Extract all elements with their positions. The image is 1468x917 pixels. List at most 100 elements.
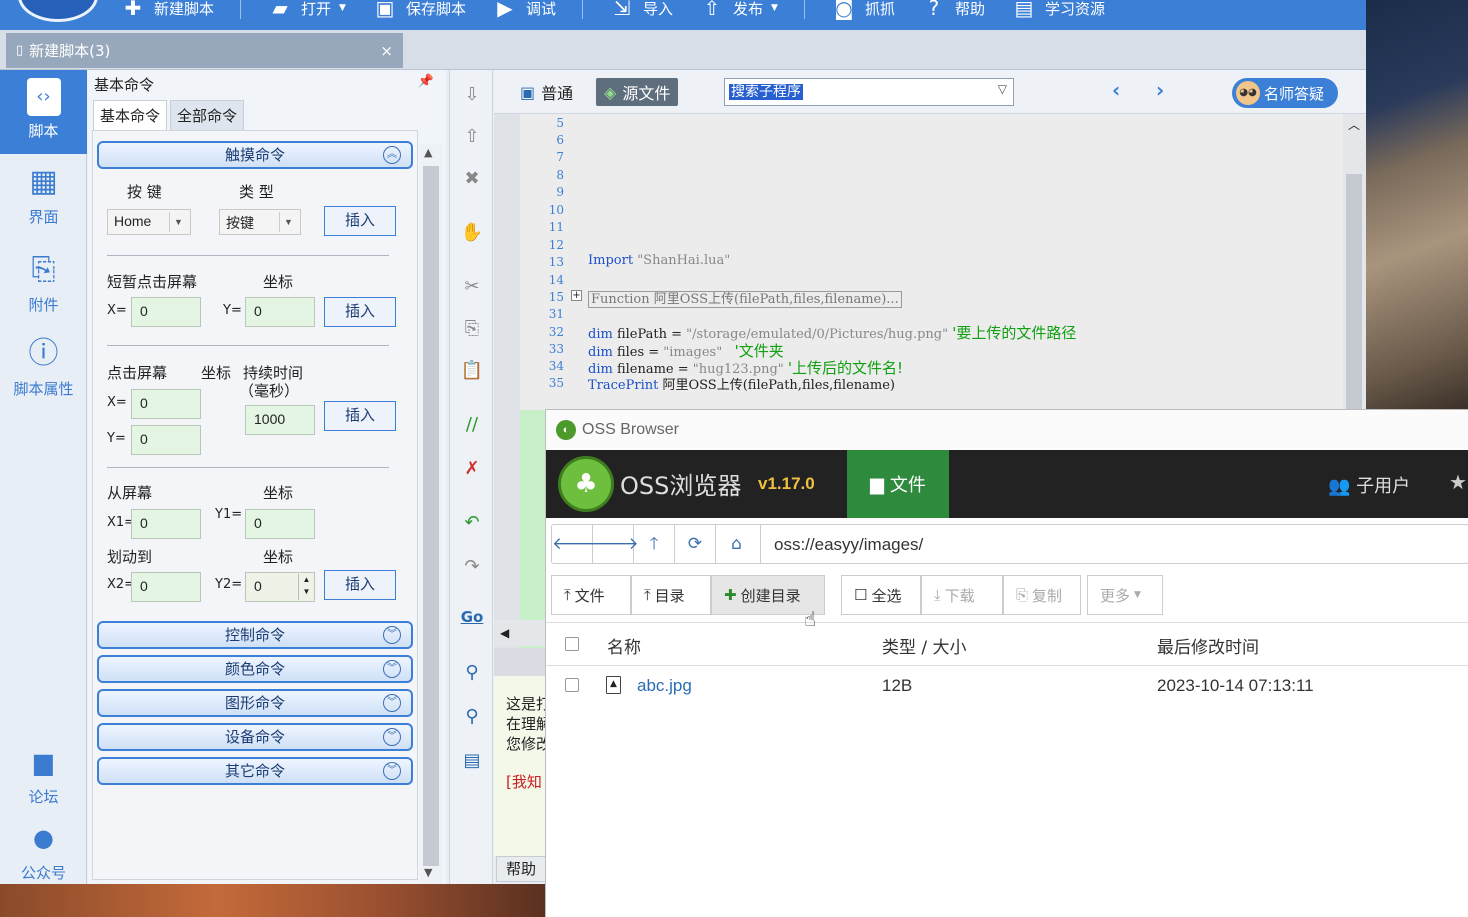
subroutine-search[interactable]: 搜索子程序 ▽ (724, 78, 1014, 106)
horizontal-scrollbar[interactable]: ◀ (494, 620, 546, 646)
open-button[interactable]: ▰ 打开 ▼ (267, 0, 346, 20)
group-other-commands[interactable]: 其它命令 ︾ (97, 757, 413, 785)
previous-arrow-icon[interactable]: ‹ (1112, 78, 1120, 102)
replace-icon[interactable]: ⚲ (450, 706, 494, 727)
info-link[interactable]: [我知 (506, 772, 546, 792)
copy-icon[interactable]: ⎘ (450, 318, 494, 339)
source-view-button[interactable]: ◈ 源文件 (596, 78, 679, 106)
swipe-y2-input[interactable]: 0 ▲ ▼ (245, 572, 315, 602)
code-editor[interactable]: 5 6 7 8 9 10 11 12 13 14 15 31 32 33 34 … (520, 114, 1342, 410)
scroll-left-icon[interactable]: ◀ (500, 626, 509, 640)
column-modified[interactable]: 最后修改时间 (1157, 633, 1259, 658)
scroll-down-icon[interactable]: ▼ (424, 866, 432, 879)
insert-key-button[interactable]: 插入 (324, 206, 396, 236)
swipe-x2-input[interactable]: 0 (131, 572, 201, 602)
press-x-input[interactable]: 0 (131, 389, 201, 419)
group-color-commands[interactable]: 颜色命令 ︾ (97, 655, 413, 683)
address-input[interactable]: oss://easyy/images/ (774, 535, 923, 555)
pin-icon[interactable]: 📌 (418, 74, 434, 89)
find-icon[interactable]: ⚲ (450, 662, 494, 683)
tab-files[interactable]: ▆ 文件 (847, 450, 949, 518)
press-y-input[interactable]: 0 (131, 425, 201, 455)
forward-arrow-icon[interactable]: 🡒 (593, 525, 639, 563)
star-icon[interactable]: ★ (1449, 470, 1467, 494)
chevron-down-icon[interactable]: ▽ (998, 82, 1007, 96)
tab-all-commands[interactable]: 全部命令 (170, 100, 245, 131)
list-icon[interactable]: ▤ (450, 750, 494, 771)
refresh-icon[interactable]: ⟳ (675, 525, 716, 563)
insert-tap-button[interactable]: 插入 (324, 297, 396, 327)
upload-file-button[interactable]: ⤒ 文件 (551, 575, 631, 615)
duration-input[interactable]: 1000 (245, 405, 315, 435)
select-all-checkbox[interactable] (565, 637, 579, 651)
scroll-up-icon[interactable]: ▲ (424, 146, 432, 159)
paste-icon[interactable]: 📋 (450, 360, 494, 381)
key-select[interactable]: Home ▼ (107, 209, 191, 235)
publish-button[interactable]: ⇧ 发布 ▼ (699, 0, 778, 20)
hand-icon[interactable]: ✋ (450, 222, 494, 243)
app-logo[interactable] (18, 0, 98, 22)
tap-x-input[interactable]: 0 (131, 297, 201, 327)
new-script-button[interactable]: ✚ 新建脚本 (120, 0, 214, 20)
tab-basic-commands[interactable]: 基本命令 (93, 100, 168, 131)
table-row[interactable]: ▲ abc.jpg 12B 2023-10-14 07:13:11 (546, 666, 1468, 706)
row-checkbox[interactable] (565, 678, 579, 692)
cut-icon[interactable]: ✂ (450, 276, 494, 297)
nav-forum[interactable]: ▆ 论坛 (0, 742, 87, 807)
nav-ui[interactable]: ▦ 界面 (0, 162, 87, 227)
group-graphics-commands[interactable]: 图形命令 ︾ (97, 689, 413, 717)
scroll-up-icon[interactable]: ︿ (1348, 116, 1360, 133)
group-control-commands[interactable]: 控制命令 ︾ (97, 621, 413, 649)
save-script-button[interactable]: ▣ 保存脚本 (372, 0, 466, 20)
subuser-menu[interactable]: 👥 子用户 (1328, 472, 1410, 498)
move-down-icon[interactable]: ⇩ (450, 84, 494, 105)
fold-toggle-icon[interactable]: + (571, 290, 582, 301)
upload-directory-button[interactable]: ⤒ 目录 (631, 575, 711, 615)
document-tab[interactable]: ▯ 新建脚本(3) × (6, 33, 403, 68)
code-scrollbar[interactable]: ︿ (1343, 114, 1366, 410)
delete-icon[interactable]: ✖ (450, 168, 494, 189)
more-button[interactable]: 更多 ▼ (1087, 575, 1163, 615)
type-select[interactable]: 按键 ▼ (219, 209, 301, 235)
copy-button[interactable]: ⎘ 复制 (1003, 575, 1081, 615)
up-arrow-icon[interactable]: 🡑 (634, 525, 675, 563)
tap-y-input[interactable]: 0 (245, 297, 315, 327)
column-type-size[interactable]: 类型 / 大小 (882, 633, 967, 658)
uncomment-icon[interactable]: ✗ (450, 458, 494, 479)
help-tab[interactable]: 帮助 (496, 856, 546, 882)
column-name[interactable]: 名称 (607, 633, 641, 658)
undo-icon[interactable]: ↶ (450, 512, 494, 533)
command-panel-scrollbar[interactable]: ▲ ▼ (420, 144, 442, 884)
group-touch-commands[interactable]: 触摸命令 ︽ (97, 141, 413, 169)
stepper-arrows-icon[interactable]: ▲ ▼ (298, 574, 314, 600)
insert-press-button[interactable]: 插入 (324, 401, 396, 431)
code-line-15[interactable]: Function 阿里OSS上传(filePath,files,filename… (588, 288, 902, 308)
swipe-x1-input[interactable]: 0 (131, 509, 201, 539)
normal-view-button[interactable]: ▣ 普通 (512, 78, 581, 106)
next-arrow-icon[interactable]: › (1156, 78, 1164, 102)
redo-icon[interactable]: ↷ (450, 556, 494, 577)
subroutine-search-input[interactable]: 搜索子程序 (729, 84, 803, 100)
teacher-qa-button[interactable]: ◕◕ 名师答疑 (1232, 78, 1338, 108)
scrollbar-thumb[interactable] (1346, 174, 1362, 410)
swipe-y1-input[interactable]: 0 (245, 509, 315, 539)
nav-attachment[interactable]: ⎘ 附件 (0, 250, 87, 315)
capture-button[interactable]: ◙ 抓抓 (831, 0, 895, 20)
debug-button[interactable]: ▶ 调试 (492, 0, 556, 20)
move-up-icon[interactable]: ⇧ (450, 126, 494, 147)
nav-script[interactable]: ‹› 脚本 (0, 70, 87, 154)
goto-icon[interactable]: Go (450, 608, 494, 626)
group-device-commands[interactable]: 设备命令 ︾ (97, 723, 413, 751)
comment-icon[interactable]: // (450, 414, 494, 435)
learning-resources-button[interactable]: ▤ 学习资源 (1011, 0, 1105, 20)
nav-script-properties[interactable]: ⓘ 脚本属性 (0, 334, 87, 399)
home-icon[interactable]: ⌂ (716, 525, 757, 563)
back-arrow-icon[interactable]: 🡐 (552, 525, 598, 563)
file-name-link[interactable]: abc.jpg (637, 676, 692, 696)
insert-swipe-button[interactable]: 插入 (324, 570, 396, 600)
import-button[interactable]: ⇲ 导入 (609, 0, 673, 20)
select-all-button[interactable]: ☐ 全选 (841, 575, 921, 615)
help-button[interactable]: ? 帮助 (921, 0, 985, 20)
download-button[interactable]: ⤓ 下载 (921, 575, 1003, 615)
close-tab-icon[interactable]: × (380, 42, 393, 60)
